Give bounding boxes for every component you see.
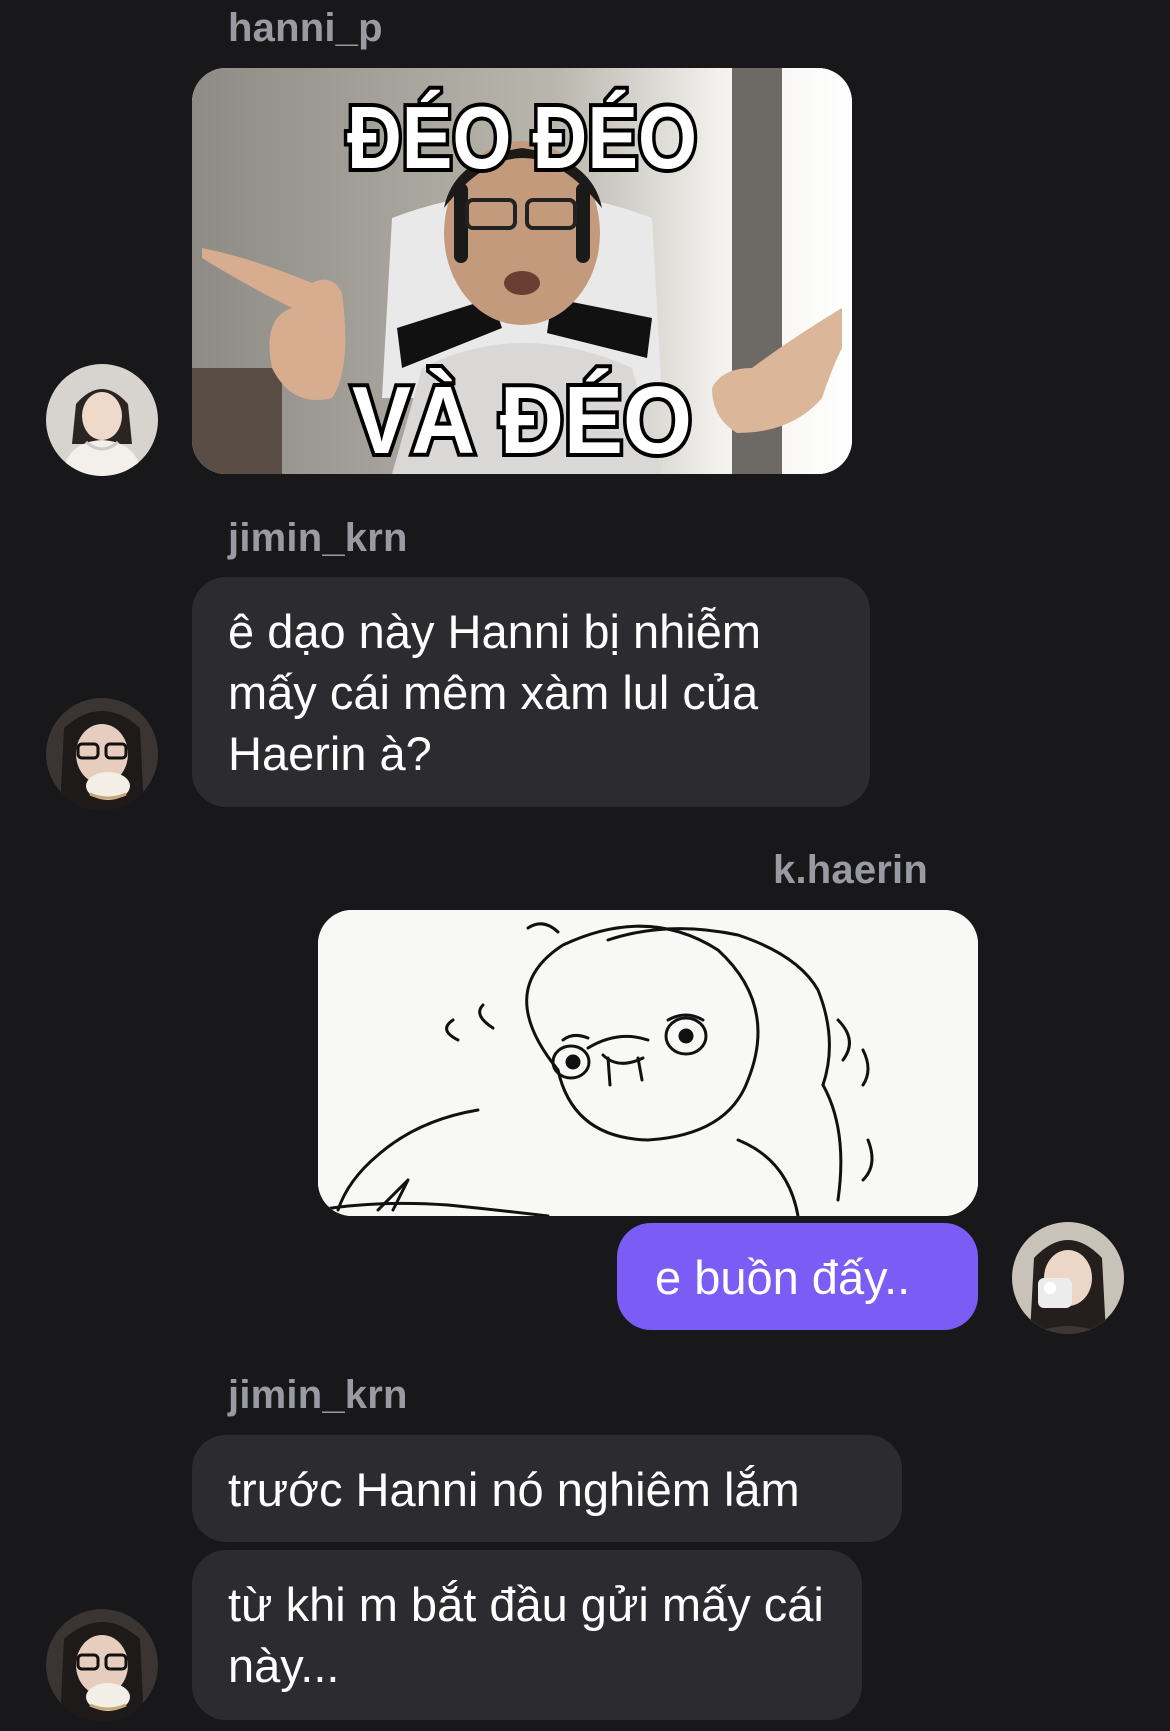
meme-photo: ĐÉO ĐÉO VÀ ĐÉO (192, 68, 852, 474)
sketch-drawing (318, 910, 978, 1216)
sender-name: hanni_p (228, 6, 383, 50)
sender-name: k.haerin (773, 848, 928, 892)
message-bubble[interactable]: ê dạo này Hanni bị nhiễm mấy cái mêm xàm… (192, 577, 870, 807)
sender-name: jimin_krn (228, 516, 408, 560)
sender-name: jimin_krn (228, 1373, 408, 1417)
sketch-image-message[interactable] (318, 910, 978, 1216)
avatar-jimin[interactable] (46, 1609, 158, 1721)
avatar-jimin[interactable] (46, 698, 158, 810)
meme-caption-bottom: VÀ ĐÉO (352, 367, 692, 474)
meme-caption-top: ĐÉO ĐÉO (347, 88, 697, 187)
message-bubble[interactable]: trước Hanni nó nghiêm lắm (192, 1435, 902, 1542)
message-bubble[interactable]: từ khi m bắt đầu gửi mấy cái này... (192, 1550, 862, 1720)
avatar-hanni[interactable] (46, 364, 158, 476)
message-bubble-mine[interactable]: e buồn đấy.. (617, 1223, 978, 1330)
avatar-haerin[interactable] (1012, 1222, 1124, 1334)
meme-image-message[interactable]: ĐÉO ĐÉO VÀ ĐÉO (192, 68, 852, 474)
